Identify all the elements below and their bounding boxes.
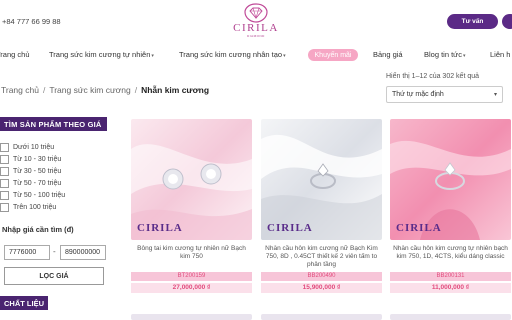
- checkbox[interactable]: [0, 142, 9, 152]
- price-option[interactable]: Từ 30 - 50 triệu: [0, 165, 65, 177]
- price-from-input[interactable]: 7776000: [4, 245, 50, 260]
- price-filter-list: Dưới 10 triệu Từ 10 - 30 triệu Từ 30 - 5…: [0, 141, 65, 213]
- price-filter-heading: TÌM SẢN PHẨM THEO GIÁ: [0, 117, 107, 131]
- nav-item-blog[interactable]: Blog tin tức▾: [424, 50, 465, 59]
- breadcrumb-separator: /: [134, 85, 138, 95]
- product-price: 11,000,000 ₫: [390, 283, 511, 293]
- checkbox[interactable]: [0, 178, 9, 188]
- product-brand-watermark: CIRILA: [137, 222, 183, 234]
- product-code: BB200131: [390, 272, 511, 281]
- nav-label: Blog tin tức: [424, 50, 462, 59]
- price-option[interactable]: Từ 50 - 100 triệu: [0, 189, 65, 201]
- product-name[interactable]: Bông tai kim cương tự nhiên nữ Bạch kim …: [131, 245, 252, 268]
- product-card-next-row: [131, 314, 252, 320]
- checkbox[interactable]: [0, 154, 9, 164]
- main-nav: Trang chủ Trang sức kim cương tự nhiên▾ …: [0, 47, 512, 65]
- product-image[interactable]: CIRILA: [131, 119, 252, 240]
- top-bar: +84 777 66 99 88 CIRILA DIAMOND Tư vấn: [0, 0, 512, 46]
- product-name[interactable]: Nhẫn cầu hôn kim cương tự nhiên bạch kim…: [390, 245, 511, 268]
- checkbox[interactable]: [0, 202, 9, 212]
- price-option-label: Từ 50 - 100 triệu: [13, 191, 66, 199]
- price-option[interactable]: Trên 100 triệu: [0, 201, 65, 213]
- price-option[interactable]: Dưới 10 triệu: [0, 141, 65, 153]
- price-option-label: Trên 100 triệu: [13, 203, 57, 211]
- logo-wordmark: CIRILA: [233, 22, 279, 34]
- breadcrumb-category[interactable]: Trang sức kim cương: [49, 85, 130, 95]
- nav-item-lab-diamond[interactable]: Trang sức kim cương nhân tạo▾: [179, 50, 286, 59]
- checkbox[interactable]: [0, 190, 9, 200]
- nav-label: Bảng giá: [373, 50, 403, 59]
- product-code: BB200490: [261, 272, 382, 281]
- sort-select-value: Thứ tự mặc định: [392, 91, 444, 98]
- price-input-label: Nhập giá cần tìm (đ): [2, 225, 74, 234]
- price-option-label: Từ 10 - 30 triệu: [13, 155, 62, 163]
- product-image[interactable]: CIRILA: [390, 119, 511, 240]
- product-card-next-row: [390, 314, 511, 320]
- price-option-label: Từ 50 - 70 triệu: [13, 179, 62, 187]
- product-brand-watermark: CIRILA: [267, 222, 313, 234]
- nav-label: Trang chủ: [0, 50, 30, 59]
- product-card[interactable]: CIRILA Nhẫn cầu hôn kim cương tự nhiên b…: [390, 119, 511, 293]
- chevron-down-icon: ▾: [462, 53, 466, 59]
- product-price: 15,900,000 ₫: [261, 283, 382, 293]
- nav-item-price-list[interactable]: Bảng giá: [373, 50, 403, 59]
- material-filter-heading: CHẤT LIỆU: [0, 296, 48, 310]
- checkbox[interactable]: [0, 166, 9, 176]
- nav-label: Liên h: [490, 50, 511, 59]
- sort-select[interactable]: Thứ tự mặc định ▾: [386, 86, 503, 103]
- product-code: BT200159: [131, 272, 252, 281]
- nav-item-home[interactable]: Trang chủ: [0, 50, 30, 59]
- phone-number[interactable]: +84 777 66 99 88: [2, 17, 61, 26]
- account-button[interactable]: [502, 14, 512, 29]
- price-to-input[interactable]: 890000000: [60, 245, 106, 260]
- product-image[interactable]: CIRILA: [261, 119, 382, 240]
- chevron-down-icon: ▾: [493, 92, 497, 98]
- breadcrumb-home[interactable]: Trang chủ: [1, 85, 39, 95]
- breadcrumb-separator: /: [42, 85, 46, 95]
- price-option[interactable]: Từ 50 - 70 triệu: [0, 177, 65, 189]
- breadcrumb-current: Nhẫn kim cương: [141, 85, 210, 95]
- diamond-logo-icon: [244, 3, 268, 23]
- product-card[interactable]: CIRILA Nhẫn cầu hôn kim cương nữ Bạch Ki…: [261, 119, 382, 293]
- consult-button[interactable]: Tư vấn: [447, 14, 498, 29]
- product-card-next-row: [261, 314, 382, 320]
- nav-label: Trang sức kim cương nhân tạo: [179, 50, 283, 59]
- chevron-down-icon: ▾: [283, 53, 286, 59]
- price-range-dash: -: [53, 247, 56, 256]
- nav-item-contact[interactable]: Liên h: [490, 50, 510, 59]
- product-card[interactable]: CIRILA Bông tai kim cương tự nhiên nữ Bạ…: [131, 119, 252, 293]
- breadcrumb: Trang chủ / Trang sức kim cương / Nhẫn kim c…: [1, 85, 209, 95]
- product-price: 27,000,000 ₫: [131, 283, 252, 293]
- nav-item-natural-diamond[interactable]: Trang sức kim cương tự nhiên▾: [49, 50, 154, 59]
- product-name[interactable]: Nhẫn cầu hôn kim cương nữ Bạch Kim 750, …: [261, 245, 382, 268]
- result-count: Hiển thị 1–12 của 302 kết quả: [386, 73, 480, 80]
- nav-label: Trang sức kim cương tự nhiên: [49, 50, 151, 59]
- filter-price-button[interactable]: LỌC GIÁ: [4, 267, 104, 285]
- logo-tagline: DIAMOND: [247, 34, 265, 38]
- site-logo[interactable]: CIRILA DIAMOND: [226, 3, 286, 45]
- chevron-down-icon: ▾: [151, 53, 154, 59]
- price-option-label: Dưới 10 triệu: [13, 143, 55, 151]
- price-option[interactable]: Từ 10 - 30 triệu: [0, 153, 65, 165]
- product-brand-watermark: CIRILA: [396, 222, 442, 234]
- nav-item-promotion[interactable]: Khuyến mãi: [308, 49, 358, 61]
- price-option-label: Từ 30 - 50 triệu: [13, 167, 62, 175]
